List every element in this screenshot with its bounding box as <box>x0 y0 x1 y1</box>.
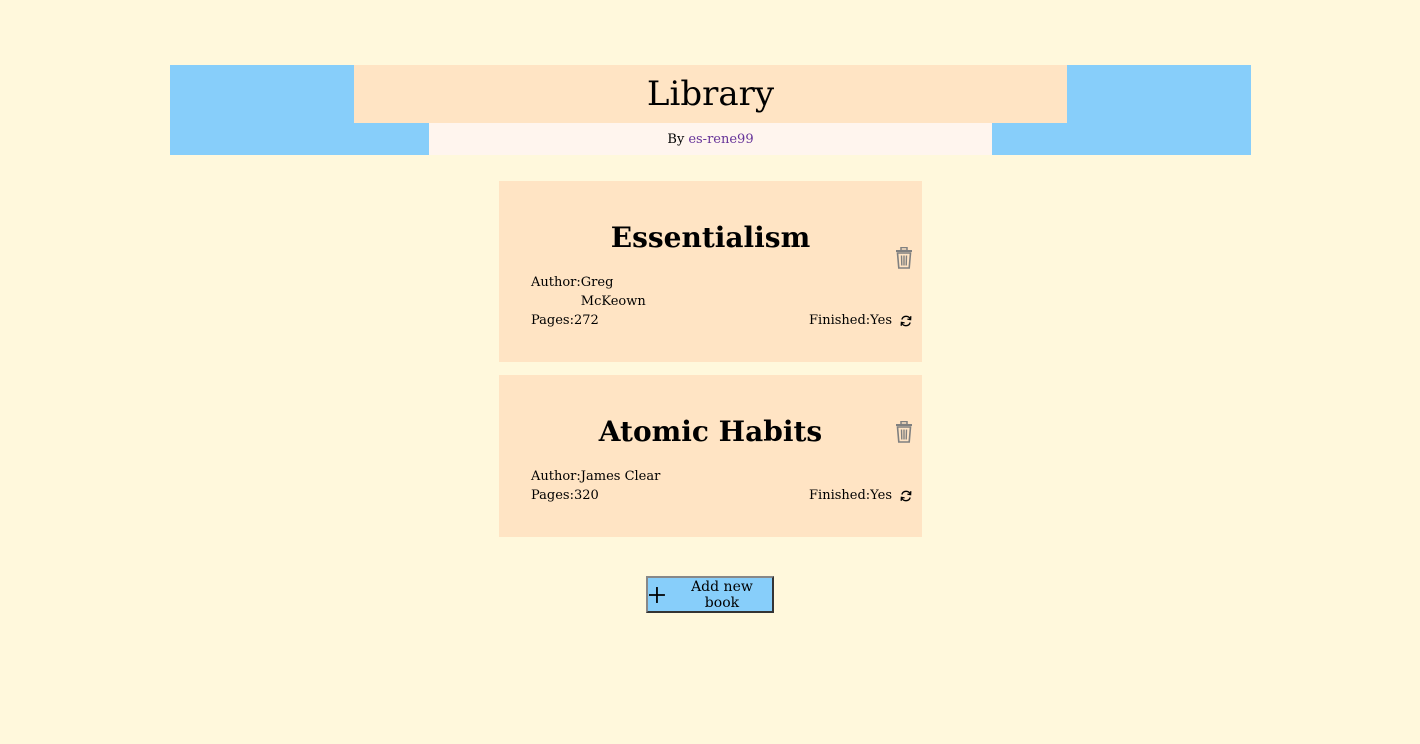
by-label: By <box>667 131 685 147</box>
refresh-icon[interactable] <box>900 315 912 327</box>
pages-value: 320 <box>573 488 599 503</box>
pages-value: 272 <box>573 313 599 328</box>
book-pages: Pages:272 <box>531 311 599 330</box>
book-title: Essentialism <box>610 221 811 254</box>
trash-icon[interactable] <box>894 421 914 443</box>
finished-label: Finished: <box>809 488 871 503</box>
author-value: Greg McKeown <box>580 275 646 309</box>
book-pages: Pages:320 <box>531 486 599 505</box>
trash-icon[interactable] <box>894 247 914 269</box>
book-author: Author: James Clear <box>531 467 660 486</box>
add-book-label: Add new book <box>691 578 753 611</box>
book-card: Atomic Habits Author: James Clear Pages:… <box>499 375 922 537</box>
author-label: Author: <box>531 275 581 290</box>
title-box: Library <box>354 65 1067 123</box>
author-label: Author: <box>531 469 581 484</box>
author-value: James Clear <box>580 469 661 484</box>
book-author: Author: Greg McKeown <box>531 273 646 311</box>
byline: By es-rene99 <box>429 123 992 155</box>
finished-value: Yes <box>870 313 892 328</box>
add-book-button[interactable]: Add new book <box>646 576 774 613</box>
book-card: Essentialism Author: Greg McKeown Pages:… <box>499 181 922 362</box>
finished-value: Yes <box>870 488 892 503</box>
book-title: Atomic Habits <box>598 415 823 448</box>
book-finished: Finished: Yes <box>809 311 912 330</box>
book-finished: Finished: Yes <box>809 486 912 505</box>
plus-icon <box>648 586 665 603</box>
pages-label: Pages: <box>531 488 574 503</box>
pages-label: Pages: <box>531 313 574 328</box>
page-title: Library <box>646 74 775 114</box>
author-github-link[interactable]: es-rene99 <box>688 132 753 147</box>
finished-label: Finished: <box>809 313 871 328</box>
refresh-icon[interactable] <box>900 490 912 502</box>
